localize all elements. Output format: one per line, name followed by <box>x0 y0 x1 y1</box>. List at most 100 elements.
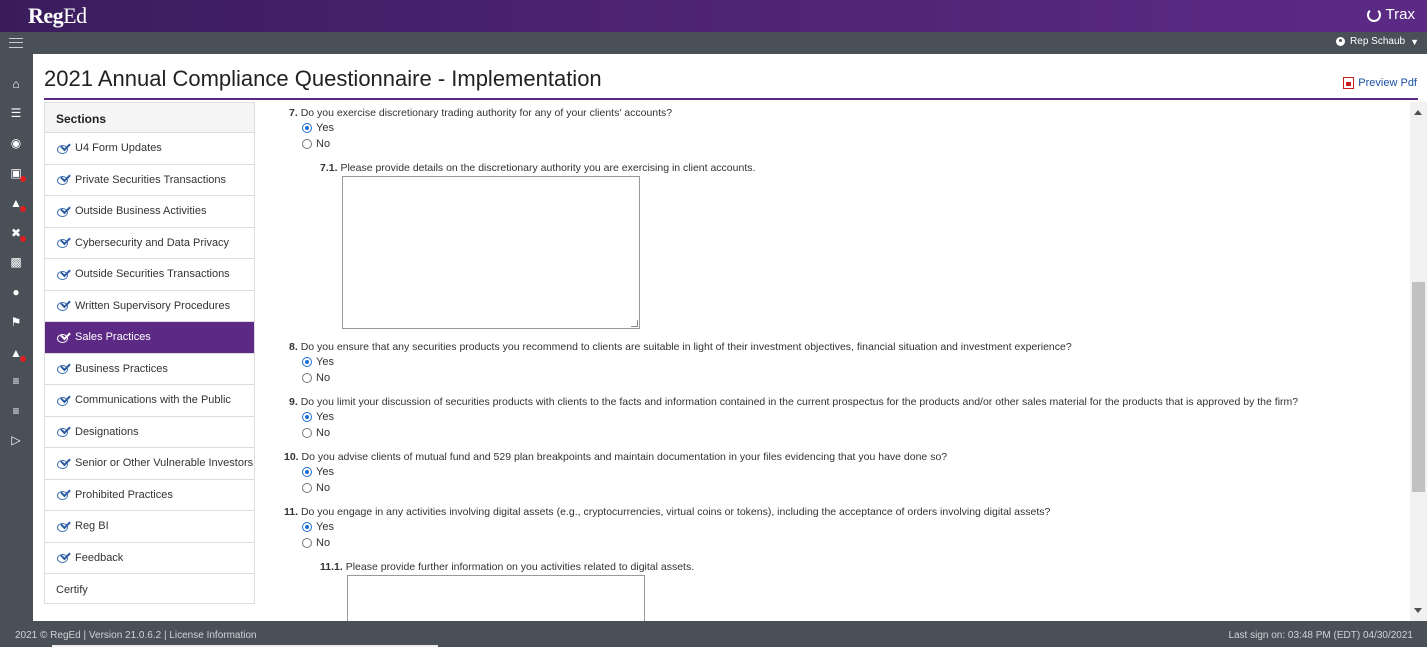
preview-pdf-link[interactable]: Preview Pdf <box>1343 77 1417 89</box>
radio-empty-icon <box>302 373 312 383</box>
user-icon <box>1336 37 1346 46</box>
question-11: 11. Do you engage in any activities invo… <box>284 506 1051 518</box>
document-icon[interactable]: ▣ <box>9 166 26 182</box>
section-item-reg-bi[interactable]: Reg BI <box>45 511 254 543</box>
scrollbar-thumb[interactable] <box>1412 282 1425 492</box>
id-card-icon[interactable]: ▩ <box>9 255 23 269</box>
completed-check-icon <box>57 333 70 343</box>
q9-yes-radio[interactable]: Yes <box>302 411 334 423</box>
question-9: 9. Do you limit your discussion of secur… <box>289 396 1299 408</box>
notification-badge <box>20 236 26 242</box>
question-8: 8. Do you ensure that any securities pro… <box>289 341 1072 353</box>
questions-area: 7. Do you exercise discretionary trading… <box>255 102 1399 621</box>
graduation-cap-icon[interactable]: ▲ <box>9 196 26 212</box>
section-item-cybersecurity[interactable]: Cybersecurity and Data Privacy <box>45 228 254 259</box>
section-item-private-securities-transactions[interactable]: Private Securities Transactions <box>45 165 254 196</box>
chevron-down-icon: ▼ <box>1410 36 1419 47</box>
trax-label: Trax <box>1385 6 1415 23</box>
flag-icon[interactable]: ⚑ <box>9 315 23 329</box>
radio-selected-icon <box>302 522 312 532</box>
reged-logo[interactable]: RegEd <box>28 3 87 29</box>
q8-no-radio[interactable]: No <box>302 372 330 384</box>
q7-no-radio[interactable]: No <box>302 138 330 150</box>
completed-check-icon <box>57 144 70 154</box>
q11-yes-radio[interactable]: Yes <box>302 521 334 533</box>
footer-copyright: 2021 © RegEd | Version 21.0.6.2 | Licens… <box>15 630 257 641</box>
q8-yes-radio[interactable]: Yes <box>302 356 334 368</box>
completed-check-icon <box>57 270 70 280</box>
left-nav: ⌂ ☰ ◉ ▣ ▲ ✖ ▩ ● ⚑ ▲ ≡ ≡ ▷ <box>0 54 33 621</box>
section-item-senior-vulnerable-investors[interactable]: Senior or Other Vulnerable Investors <box>45 448 254 480</box>
question-7: 7. Do you exercise discretionary trading… <box>289 107 673 119</box>
completed-check-icon <box>57 522 70 532</box>
completed-check-icon <box>57 427 70 438</box>
completed-check-icon <box>57 364 70 375</box>
radio-empty-icon <box>302 428 312 438</box>
question-11-1: 11.1. Please provide further information… <box>320 561 695 573</box>
radio-empty-icon <box>302 139 312 149</box>
list-icon[interactable]: ≡ <box>9 374 23 388</box>
section-item-feedback[interactable]: Feedback <box>45 543 254 574</box>
radio-selected-icon <box>302 357 312 367</box>
home-icon[interactable]: ⌂ <box>9 77 23 91</box>
section-item-communications-with-the-public[interactable]: Communications with the Public <box>45 385 254 417</box>
hamburger-menu-icon[interactable] <box>9 38 23 48</box>
radio-empty-icon <box>302 483 312 493</box>
trax-link[interactable]: Trax <box>1366 6 1415 23</box>
q10-no-radio[interactable]: No <box>302 482 330 494</box>
section-item-written-supervisory-procedures[interactable]: Written Supervisory Procedures <box>45 291 254 322</box>
user-name: Rep Schaub <box>1350 36 1406 47</box>
completed-check-icon <box>57 238 70 249</box>
list-icon[interactable]: ≡ <box>9 404 23 418</box>
notification-badge <box>20 206 26 212</box>
footer: 2021 © RegEd | Version 21.0.6.2 | Licens… <box>0 621 1427 647</box>
section-item-u4-form-updates[interactable]: U4 Form Updates <box>45 133 254 165</box>
q11-no-radio[interactable]: No <box>302 537 330 549</box>
binoculars-icon[interactable]: ▷ <box>9 433 23 447</box>
top-bar: RegEd Trax <box>0 0 1427 32</box>
radio-selected-icon <box>302 123 312 133</box>
section-item-designations[interactable]: Designations <box>45 417 254 448</box>
q10-yes-radio[interactable]: Yes <box>302 466 334 478</box>
section-item-sales-practices[interactable]: Sales Practices <box>45 322 254 354</box>
resize-grip-icon[interactable] <box>631 320 638 327</box>
q7-1-textarea[interactable] <box>342 176 640 329</box>
title-divider <box>44 98 1418 100</box>
content-scrollbar[interactable] <box>1410 102 1427 621</box>
trax-logo-icon <box>1366 7 1381 22</box>
section-item-prohibited-practices[interactable]: Prohibited Practices <box>45 480 254 511</box>
completed-check-icon <box>57 490 70 501</box>
q7-yes-radio[interactable]: Yes <box>302 122 334 134</box>
main-content: 2021 Annual Compliance Questionnaire - I… <box>33 54 1427 621</box>
scroll-up-arrow-icon[interactable] <box>1414 110 1422 115</box>
scroll-down-arrow-icon[interactable] <box>1414 608 1422 613</box>
user-menu[interactable]: Rep Schaub ▼ <box>1336 36 1419 47</box>
question-10: 10. Do you advise clients of mutual fund… <box>284 451 948 463</box>
pdf-icon <box>1343 77 1355 89</box>
page-title: 2021 Annual Compliance Questionnaire - I… <box>44 66 602 91</box>
sections-header: Sections <box>45 103 254 133</box>
list-icon[interactable]: ☰ <box>9 106 23 120</box>
preview-pdf-label: Preview Pdf <box>1358 77 1417 89</box>
completed-check-icon <box>57 175 70 186</box>
last-sign-on: Last sign on: 03:48 PM (EDT) 04/30/2021 <box>1228 630 1413 641</box>
section-item-certify[interactable]: Certify <box>45 574 254 606</box>
section-item-outside-business-activities[interactable]: Outside Business Activities <box>45 196 254 228</box>
notification-badge <box>20 356 26 362</box>
completed-check-icon <box>57 301 70 312</box>
q11-1-textarea[interactable] <box>347 575 645 621</box>
section-item-outside-securities-transactions[interactable]: Outside Securities Transactions <box>45 259 254 291</box>
completed-check-icon <box>57 459 70 469</box>
completed-check-icon <box>57 553 70 564</box>
completed-check-icon <box>57 207 70 217</box>
q9-no-radio[interactable]: No <box>302 427 330 439</box>
shuffle-icon[interactable]: ✖ <box>9 226 26 242</box>
section-item-business-practices[interactable]: Business Practices <box>45 354 254 385</box>
completed-check-icon <box>57 396 70 406</box>
user-icon[interactable]: ● <box>9 285 23 299</box>
graduation-cap-icon[interactable]: ▲ <box>9 346 26 362</box>
sub-bar: Rep Schaub ▼ <box>0 32 1427 54</box>
dashboard-icon[interactable]: ◉ <box>9 136 23 150</box>
notification-badge <box>20 176 26 182</box>
radio-selected-icon <box>302 412 312 422</box>
